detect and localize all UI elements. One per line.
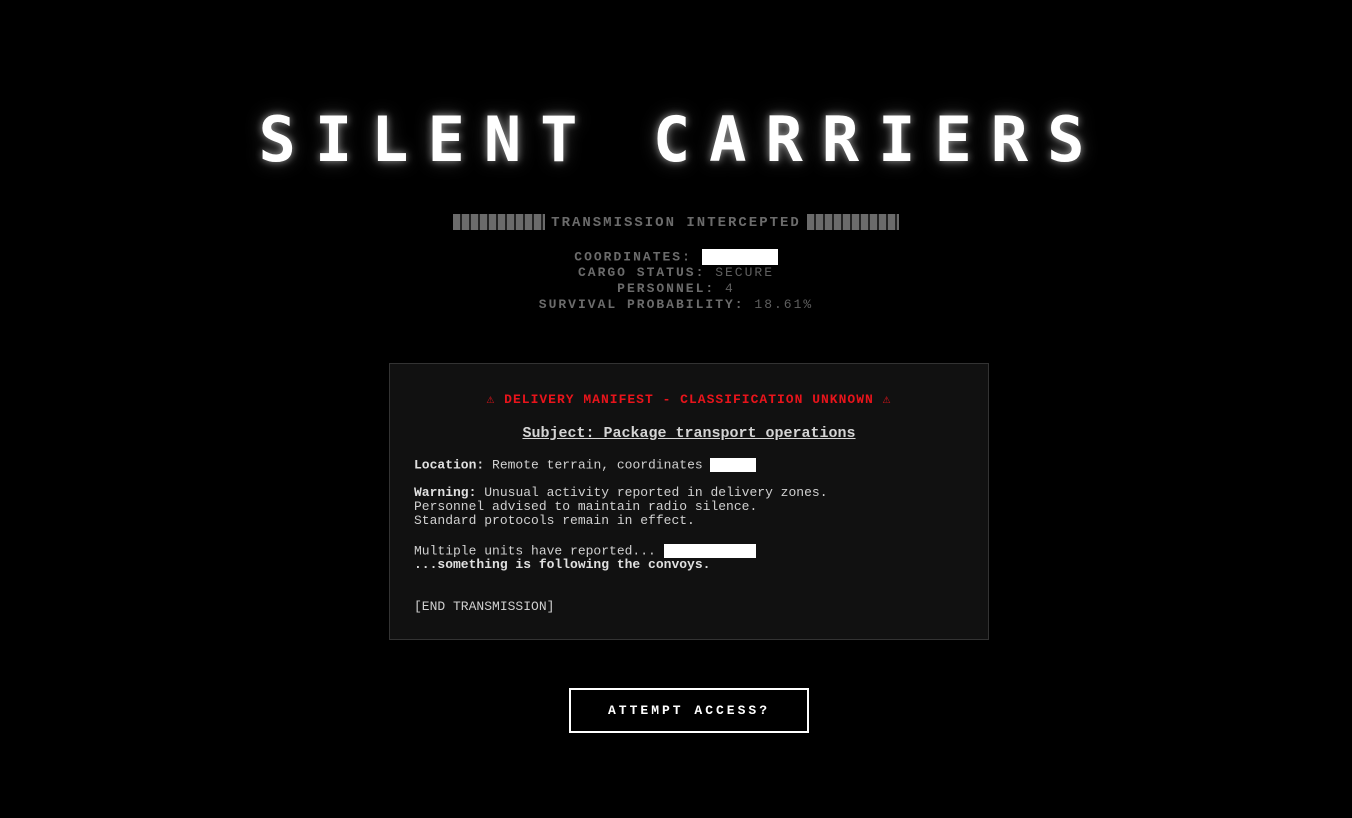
report-redacted — [663, 544, 756, 558]
intercept-text: TRANSMISSION INTERCEPTED — [551, 215, 801, 231]
cargo-label: CARGO STATUS: — [577, 265, 706, 280]
warning-label: Warning: — [414, 485, 477, 500]
report-line: Multiple units have reported... — [414, 544, 974, 558]
personnel-row: PERSONNEL: 4 — [0, 281, 1352, 297]
following-text: ...something is following the convoys. — [414, 557, 711, 572]
warning-line-1: Warning: Unusual activity reported in de… — [414, 486, 974, 500]
cargo-value: SECURE — [715, 265, 775, 280]
page-title: SILENT CARRIERS — [258, 103, 1104, 176]
status-readout: COORDINATES: CARGO STATUS: SECURE PERSON… — [0, 249, 1352, 313]
end-transmission: [END TRANSMISSION] — [414, 599, 555, 614]
coordinates-label: COORDINATES: — [574, 249, 692, 265]
manifest-subject: Subject: Package transport operations — [522, 425, 856, 442]
location-line: Location: Remote terrain, coordinates — [414, 458, 974, 472]
page: SILENT CARRIERS TRANSMISSION INTERCEPTED… — [0, 0, 1352, 818]
warning-text-1: Unusual activity reported in delivery zo… — [484, 485, 828, 500]
personnel-label: PERSONNEL: — [617, 281, 716, 296]
coordinates-redacted — [701, 249, 778, 265]
redaction-bar-right — [806, 214, 899, 231]
manifest-body: Location: Remote terrain, coordinates Wa… — [414, 458, 974, 614]
redaction-bar-left — [453, 214, 546, 231]
survival-value: 18.61% — [754, 297, 814, 312]
survival-row: SURVIVAL PROBABILITY: 18.61% — [0, 297, 1352, 313]
survival-label: SURVIVAL PROBABILITY: — [538, 297, 745, 312]
warning-line-3: Standard protocols remain in effect. — [414, 513, 695, 528]
personnel-value: 4 — [725, 281, 735, 296]
attempt-access-button[interactable]: ATTEMPT ACCESS? — [569, 688, 809, 733]
manifest-heading: ⚠ DELIVERY MANIFEST - CLASSIFICATION UNK… — [486, 392, 892, 407]
manifest-panel: ⚠ DELIVERY MANIFEST - CLASSIFICATION UNK… — [389, 363, 989, 640]
location-redacted — [710, 458, 757, 472]
intercept-banner: TRANSMISSION INTERCEPTED — [0, 214, 1352, 232]
following-line: ...something is following the convoys. — [414, 558, 974, 572]
coordinates-row: COORDINATES: — [0, 249, 1352, 265]
location-label: Location: — [414, 457, 485, 473]
cargo-row: CARGO STATUS: SECURE — [0, 265, 1352, 281]
warning-line-2: Personnel advised to maintain radio sile… — [414, 499, 758, 514]
location-text: Remote terrain, coordinates — [492, 457, 703, 473]
